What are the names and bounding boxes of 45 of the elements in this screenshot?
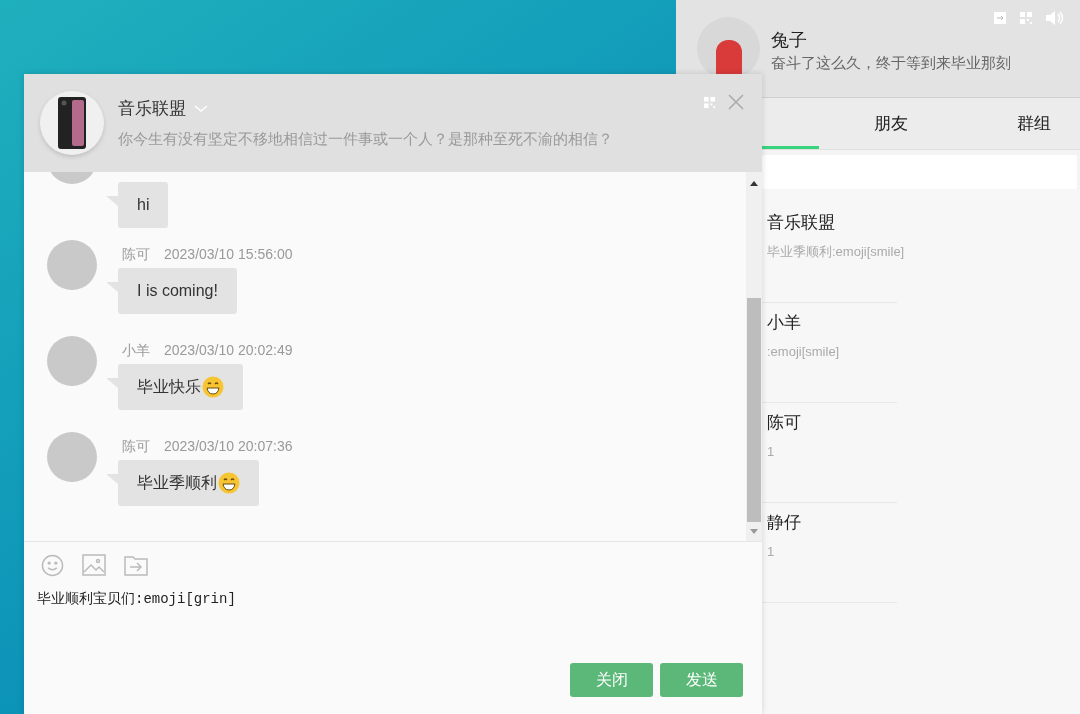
last-message: 1 <box>767 443 776 461</box>
avatar[interactable] <box>47 336 97 386</box>
speaker-icon[interactable] <box>1045 10 1065 26</box>
sender-name: 小羊 <box>122 340 150 360</box>
chevron-down-icon[interactable] <box>194 104 208 113</box>
phone-drawing <box>58 97 86 149</box>
message-text: hi <box>137 195 150 215</box>
last-message: 1 <box>767 543 776 561</box>
folder-arrow-icon[interactable] <box>124 554 148 576</box>
exit-icon[interactable] <box>993 11 1007 25</box>
last-message: :emoji[smile] <box>767 343 841 361</box>
grinning-emoji-icon <box>218 472 240 494</box>
user-name: 兔子 <box>771 28 808 52</box>
avatar[interactable] <box>47 240 97 290</box>
message-time: 2023/03/10 20:02:49 <box>164 340 293 360</box>
user-signature: 奋斗了这么久，终于等到来毕业那刻 <box>771 52 1011 73</box>
tab[interactable]: 群组 <box>962 98 1080 149</box>
message-time: 2023/03/10 20:07:36 <box>164 436 293 456</box>
message-time: 2023/03/10 15:56:00 <box>164 244 293 264</box>
tab[interactable]: 朋友 <box>819 98 962 149</box>
scrollbar-thumb[interactable] <box>747 298 761 522</box>
message-text: I is coming! <box>137 281 218 301</box>
last-message: 毕业季顺利:emoji[smile] <box>767 243 906 261</box>
scroll-up-icon[interactable] <box>750 180 758 186</box>
message-input[interactable]: 毕业顺利宝贝们:emoji[grin] <box>37 589 749 649</box>
contact-name[interactable]: 音乐联盟 <box>767 211 1080 235</box>
group-avatar[interactable] <box>40 91 104 155</box>
qr-code-icon[interactable] <box>703 95 716 109</box>
scrollbar[interactable] <box>746 172 762 541</box>
grinning-emoji-icon <box>202 376 224 398</box>
sender-name: 陈可 <box>122 244 150 264</box>
contact-name[interactable]: 陈可 <box>767 411 1080 435</box>
message-text: 毕业季顺利 <box>137 473 217 493</box>
qr-code-icon[interactable] <box>1019 11 1033 25</box>
contact-name[interactable]: 小羊 <box>767 311 1080 335</box>
smiley-icon[interactable] <box>41 554 64 577</box>
image-icon[interactable] <box>82 554 106 576</box>
close-icon[interactable] <box>728 94 744 110</box>
contact-name[interactable]: 静仔 <box>767 511 1080 535</box>
message-text: 毕业快乐 <box>137 377 201 397</box>
avatar[interactable] <box>47 432 97 482</box>
scroll-down-icon[interactable] <box>750 529 758 535</box>
search-field[interactable] <box>762 155 1077 189</box>
chat-title: 音乐联盟 <box>118 98 186 120</box>
sender-name: 陈可 <box>122 436 150 456</box>
